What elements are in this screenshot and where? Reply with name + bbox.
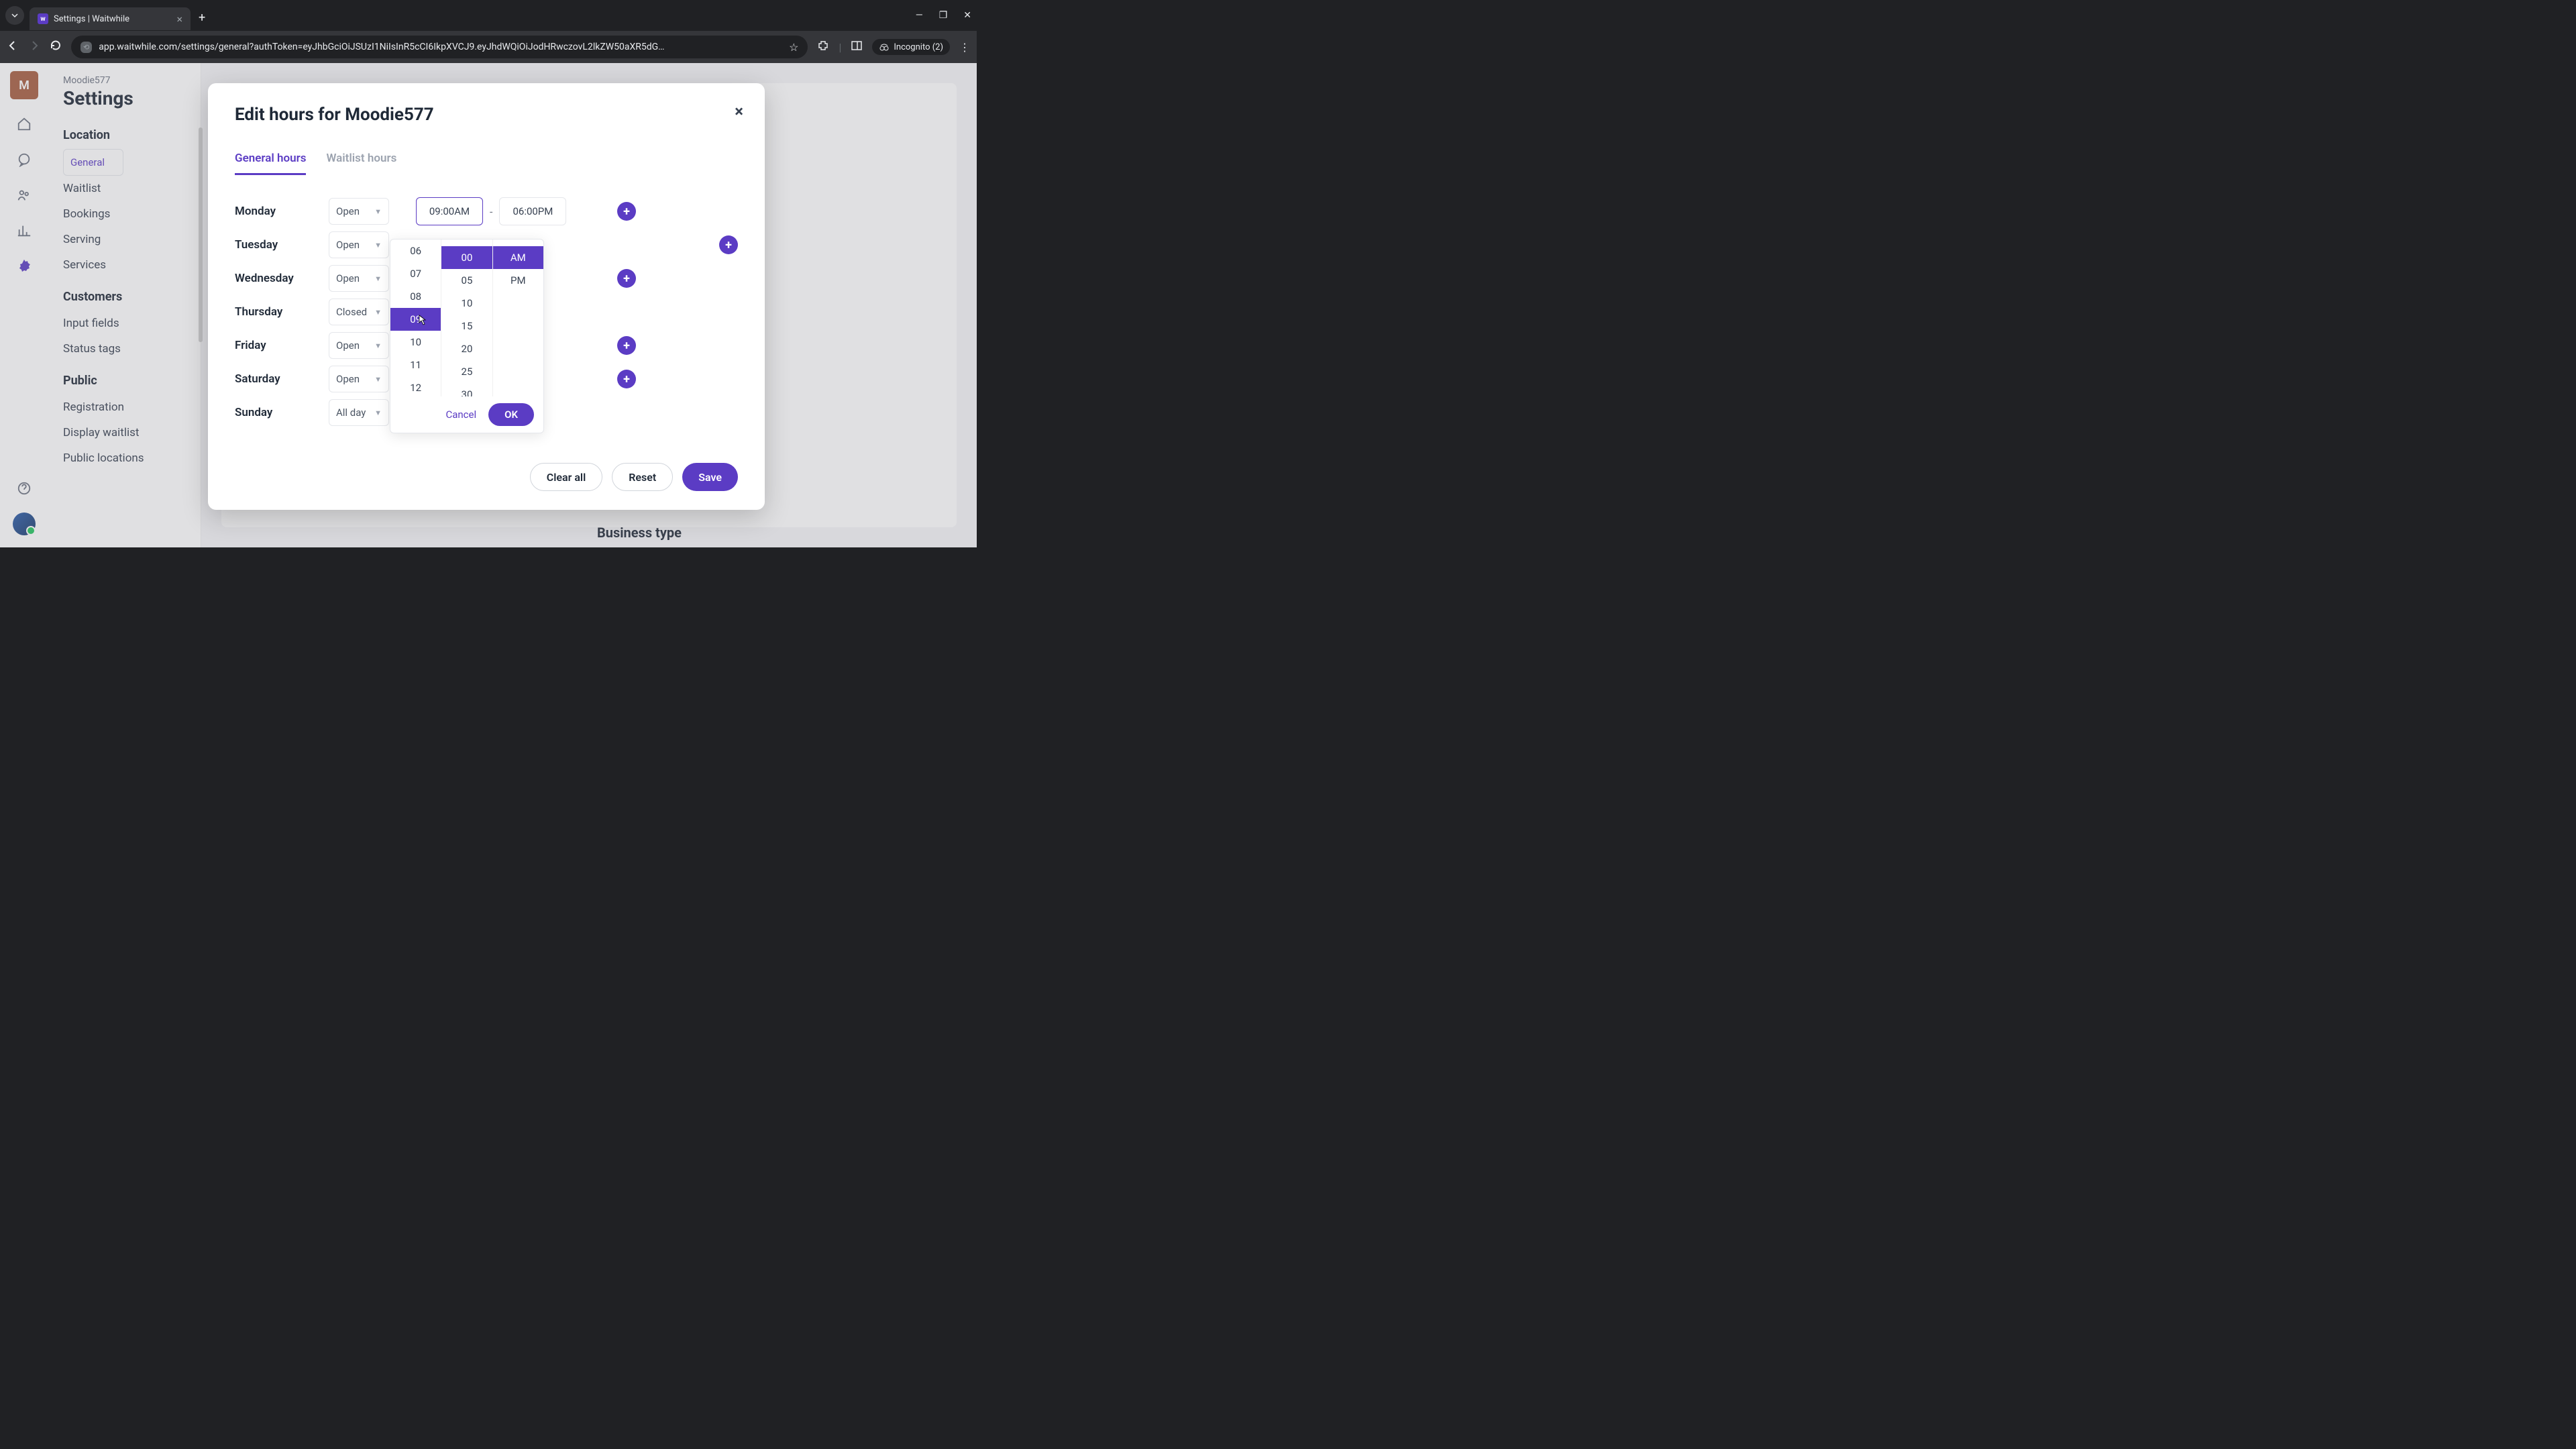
hour-option[interactable]: 08 xyxy=(390,285,441,308)
sidepanel-icon[interactable] xyxy=(851,40,863,54)
status-select-friday[interactable]: Open▼ xyxy=(329,332,389,359)
status-select-monday[interactable]: Open▼ xyxy=(329,198,389,225)
browser-tab[interactable]: w Settings | Waitwhile × xyxy=(30,7,191,30)
timepicker-cancel[interactable]: Cancel xyxy=(445,409,476,421)
clear-all-button[interactable]: Clear all xyxy=(530,463,602,491)
day-label: Tuesday xyxy=(235,238,329,252)
day-label: Friday xyxy=(235,339,329,352)
ampm-option[interactable]: PM xyxy=(493,269,543,292)
add-range-friday[interactable]: + xyxy=(617,336,636,355)
row-monday: Monday Open▼ 09:00AM - 06:00PM + xyxy=(235,195,738,228)
browser-tab-strip: w Settings | Waitwhile × + — ❐ ✕ xyxy=(0,0,977,31)
add-range-tuesday[interactable]: + xyxy=(719,235,738,254)
tab-waitlist-hours[interactable]: Waitlist hours xyxy=(326,152,396,175)
minute-option-selected[interactable]: 00 xyxy=(441,246,492,269)
hour-option-selected[interactable]: 09 xyxy=(390,308,441,331)
day-label: Thursday xyxy=(235,305,329,319)
site-info-icon[interactable]: ⟲ xyxy=(80,42,92,53)
save-button[interactable]: Save xyxy=(682,463,738,491)
tab-search-button[interactable] xyxy=(5,6,24,25)
divider: | xyxy=(839,41,841,54)
hour-option[interactable]: 10 xyxy=(390,331,441,354)
reset-button[interactable]: Reset xyxy=(612,463,673,491)
new-tab-button[interactable]: + xyxy=(199,11,205,25)
tab-close-icon[interactable]: × xyxy=(176,13,182,25)
url-text: app.waitwhile.com/settings/general?authT… xyxy=(99,42,782,52)
hour-option[interactable]: 11 xyxy=(390,354,441,376)
ampm-option-selected[interactable]: AM xyxy=(493,246,543,269)
timepicker-actions: Cancel OK xyxy=(390,396,543,433)
hour-option[interactable]: 06 xyxy=(390,239,441,262)
minute-column[interactable]: 00 05 10 15 20 25 30 xyxy=(441,239,492,396)
incognito-badge[interactable]: Incognito (2) xyxy=(872,39,950,55)
minute-option[interactable]: 05 xyxy=(441,269,492,292)
close-icon[interactable]: × xyxy=(735,102,743,121)
reload-button[interactable] xyxy=(50,40,62,55)
minute-option[interactable]: 20 xyxy=(441,337,492,360)
favicon: w xyxy=(38,13,48,24)
start-time-monday[interactable]: 09:00AM xyxy=(416,197,483,225)
back-button[interactable] xyxy=(7,40,19,55)
chevron-down-icon: ▼ xyxy=(374,375,382,384)
tab-title: Settings | Waitwhile xyxy=(54,14,171,24)
add-range-wednesday[interactable]: + xyxy=(617,269,636,288)
status-select-tuesday[interactable]: Open▼ xyxy=(329,231,389,258)
ampm-column[interactable]: AM PM xyxy=(493,239,543,396)
day-label: Saturday xyxy=(235,372,329,386)
incognito-label: Incognito (2) xyxy=(894,42,943,52)
hour-column[interactable]: 06 07 08 09 10 11 12 xyxy=(390,239,441,396)
status-select-wednesday[interactable]: Open▼ xyxy=(329,265,389,292)
edit-hours-modal: Edit hours for Moodie577 × General hours… xyxy=(208,83,765,510)
bookmark-icon[interactable]: ☆ xyxy=(789,41,798,54)
time-dash: - xyxy=(490,205,492,218)
hour-option[interactable]: 12 xyxy=(390,376,441,396)
day-label: Wednesday xyxy=(235,272,329,285)
day-label: Sunday xyxy=(235,406,329,419)
status-select-thursday[interactable]: Closed▼ xyxy=(329,299,389,325)
chevron-down-icon: ▼ xyxy=(374,341,382,350)
minute-option[interactable]: 10 xyxy=(441,292,492,315)
minimize-icon[interactable]: — xyxy=(916,10,923,21)
close-window-icon[interactable]: ✕ xyxy=(963,10,971,21)
tab-general-hours[interactable]: General hours xyxy=(235,152,306,175)
maximize-icon[interactable]: ❐ xyxy=(939,10,948,21)
hour-option[interactable]: 07 xyxy=(390,262,441,285)
end-time-monday[interactable]: 06:00PM xyxy=(499,197,566,225)
add-range-monday[interactable]: + xyxy=(617,202,636,221)
minute-option[interactable]: 15 xyxy=(441,315,492,337)
chevron-down-icon: ▼ xyxy=(374,241,382,250)
time-picker: 06 07 08 09 10 11 12 00 05 10 15 20 25 3… xyxy=(390,239,544,433)
extensions-icon[interactable] xyxy=(817,40,829,54)
modal-title: Edit hours for Moodie577 xyxy=(235,105,738,125)
timepicker-ok[interactable]: OK xyxy=(488,403,534,426)
minute-option[interactable]: 25 xyxy=(441,360,492,383)
minute-option[interactable]: 30 xyxy=(441,383,492,396)
incognito-icon xyxy=(879,42,890,52)
modal-tabs: General hours Waitlist hours xyxy=(235,152,738,176)
status-select-saturday[interactable]: Open▼ xyxy=(329,366,389,392)
add-range-saturday[interactable]: + xyxy=(617,370,636,388)
day-label: Monday xyxy=(235,205,329,218)
chevron-down-icon: ▼ xyxy=(374,308,382,317)
chevron-down-icon: ▼ xyxy=(374,207,382,216)
address-bar[interactable]: ⟲ app.waitwhile.com/settings/general?aut… xyxy=(71,36,808,58)
chevron-down-icon: ▼ xyxy=(374,274,382,283)
browser-toolbar: ⟲ app.waitwhile.com/settings/general?aut… xyxy=(0,31,977,63)
status-select-sunday[interactable]: All day▼ xyxy=(329,399,389,426)
modal-actions: Clear all Reset Save xyxy=(235,463,738,491)
menu-icon[interactable]: ⋮ xyxy=(959,41,970,54)
window-controls: — ❐ ✕ xyxy=(916,10,971,21)
chevron-down-icon: ▼ xyxy=(374,409,382,417)
forward-button[interactable] xyxy=(28,40,40,55)
